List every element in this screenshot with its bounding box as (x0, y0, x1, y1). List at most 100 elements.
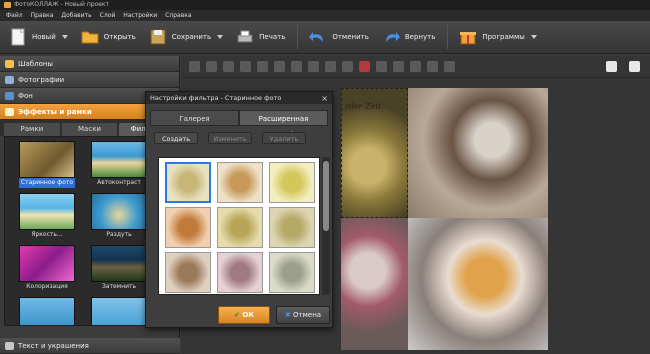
image-settings-icon[interactable] (342, 61, 353, 72)
canvas-photo-berries[interactable] (341, 218, 408, 350)
background-icon (5, 92, 14, 100)
filter-preview-image (91, 245, 147, 282)
filter-preview-image (91, 297, 147, 325)
dialog-titlebar: Настройки фильтра - Старинное фото × (146, 92, 332, 104)
preset-thumb[interactable] (165, 252, 211, 293)
undo-button[interactable]: Отменить (308, 25, 369, 49)
preset-thumb[interactable] (217, 162, 263, 203)
filter-settings-dialog: Настройки фильтра - Старинное фото × Гал… (145, 91, 333, 328)
filter-thumb-autocontrast[interactable]: Автоконтраст (91, 141, 147, 189)
scrollbar-thumb[interactable] (323, 161, 329, 231)
redo-button-label: Вернуть (404, 33, 436, 41)
sidebar-item-photos[interactable]: Фотографии (0, 72, 179, 88)
preset-scrollbar[interactable] (322, 157, 330, 295)
filter-preview-image (91, 141, 147, 178)
window-title: ФотоКОЛЛАЖ - Новый проект (14, 1, 110, 8)
tab-frames[interactable]: Рамки (4, 123, 60, 136)
menu-settings[interactable]: Настройки (123, 10, 157, 21)
filter-thumb[interactable] (19, 297, 75, 325)
filter-thumb[interactable] (91, 297, 147, 325)
close-icon[interactable]: × (321, 93, 328, 105)
sidebar-item-label: Текст и украшения (18, 342, 89, 350)
preset-thumb[interactable] (269, 162, 315, 203)
layer-back-icon[interactable] (240, 61, 251, 72)
menu-help[interactable]: Справка (165, 10, 191, 21)
layer-front-icon[interactable] (223, 61, 234, 72)
layer-up-icon[interactable] (189, 61, 200, 72)
preset-thumb[interactable] (217, 207, 263, 248)
delete-icon[interactable] (359, 61, 370, 72)
align-icon[interactable] (257, 61, 268, 72)
filter-thumb-colorize[interactable]: Колоризация (19, 245, 75, 293)
tab-masks[interactable]: Маски (61, 123, 118, 136)
filter-preview-image (91, 193, 147, 230)
sidebar-item-label: Эффекты и рамки (18, 108, 92, 116)
preset-thumb[interactable] (269, 207, 315, 248)
filter-preview-image (19, 141, 75, 178)
menu-file[interactable]: Файл (6, 10, 23, 21)
selection-box (341, 88, 408, 218)
print-button[interactable]: Печать (235, 25, 285, 49)
mirror-icon[interactable] (325, 61, 336, 72)
collage-canvas[interactable]: rder Zeit (341, 88, 548, 350)
filter-thumb-bulge[interactable]: Раздуть (91, 193, 147, 241)
save-icon (150, 29, 166, 45)
toolbar-divider (297, 25, 299, 49)
page-settings-icon[interactable] (629, 61, 640, 72)
new-button[interactable]: Новый (8, 25, 68, 49)
filter-thumb-brightness[interactable]: Яркость... (19, 193, 75, 241)
save-button[interactable]: Сохранить (148, 25, 224, 49)
preset-thumb[interactable] (165, 207, 211, 248)
flip-horizontal-icon[interactable] (291, 61, 302, 72)
create-button[interactable]: Создать (154, 132, 198, 144)
sidebar-item-templates[interactable]: Шаблоны (0, 56, 179, 72)
new-document-icon (11, 28, 25, 46)
canvas-photo-pancakes[interactable] (408, 218, 548, 350)
main-toolbar: Новый Открыть Сохранить Печать Отменить … (0, 21, 650, 54)
flip-vertical-icon[interactable] (308, 61, 319, 72)
gear-icon[interactable] (427, 61, 438, 72)
clipboard-icon[interactable] (410, 61, 421, 72)
rotate-icon[interactable] (274, 61, 285, 72)
ok-button[interactable]: ✔ ОК (218, 306, 270, 324)
filter-thumb-old-photo[interactable]: Старинное фото (19, 141, 75, 189)
layer-toolbar (181, 56, 650, 78)
app-logo-icon (4, 2, 11, 8)
filter-label: Раздуть (106, 231, 132, 238)
open-button[interactable]: Открыть (80, 25, 136, 49)
chevron-down-icon[interactable] (61, 35, 68, 39)
sidebar-item-text-decorations[interactable]: Текст и украшения (0, 338, 180, 354)
filter-label: Автоконтраст (97, 179, 141, 186)
window-titlebar: ФотоКОЛЛАЖ - Новый проект (0, 0, 650, 10)
dialog-tabs: Галерея Расширенная настройка (150, 110, 328, 139)
filter-label: Затемнить (101, 283, 137, 290)
delete-button[interactable]: Удалить (262, 132, 306, 144)
canvas-photo-tea[interactable] (408, 88, 548, 218)
filter-thumb-darken[interactable]: Затемнить (91, 245, 147, 293)
menu-layer[interactable]: Слой (100, 10, 116, 21)
undo-arrow-icon (309, 32, 324, 42)
layer-down-icon[interactable] (206, 61, 217, 72)
add-page-icon[interactable] (606, 61, 617, 72)
redo-arrow-icon (385, 32, 400, 42)
tab-gallery[interactable]: Галерея (150, 110, 239, 126)
redo-button[interactable]: Вернуть (381, 25, 435, 49)
menu-add[interactable]: Добавить (61, 10, 91, 21)
preset-thumb[interactable] (165, 162, 211, 203)
hand-icon[interactable] (393, 61, 404, 72)
chevron-down-icon[interactable] (530, 35, 537, 39)
chevron-down-icon[interactable] (217, 35, 224, 39)
tab-advanced-settings[interactable]: Расширенная настройка (239, 110, 328, 139)
sidebar-item-label: Фон (18, 92, 33, 100)
menu-bar: Файл Правка Добавить Слой Настройки Спра… (0, 10, 650, 21)
preset-thumb[interactable] (269, 252, 315, 293)
programs-button[interactable]: Программы (458, 25, 537, 49)
crop-icon[interactable] (376, 61, 387, 72)
preset-thumb[interactable] (217, 252, 263, 293)
edit-button[interactable]: Изменить (208, 132, 252, 144)
lock-icon[interactable] (444, 61, 455, 72)
menu-edit[interactable]: Правка (31, 10, 54, 21)
cancel-button[interactable]: ✖ Отмена (276, 306, 330, 324)
programs-button-label: Программы (482, 33, 525, 41)
effects-icon (5, 108, 14, 116)
